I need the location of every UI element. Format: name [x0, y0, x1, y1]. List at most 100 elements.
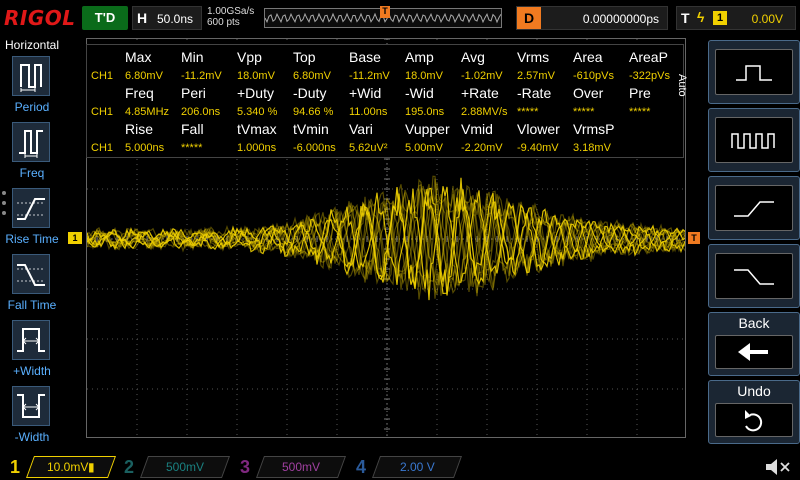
menu-label-freq: Freq: [19, 166, 45, 180]
sample-rate: 1.00GSa/s: [207, 6, 255, 17]
fall-time-icon: [12, 254, 50, 294]
meas-value: -9.40mV: [517, 142, 559, 154]
menu-label-period: Period: [14, 100, 50, 114]
meas-header: Freq: [125, 85, 154, 101]
meas-value: *****: [629, 106, 651, 118]
menu-item-fall-time[interactable]: Fall Time: [0, 254, 64, 318]
meas-header: +Rate: [461, 85, 499, 101]
meas-value: 18.0mV: [405, 70, 443, 82]
meas-header: Pre: [629, 85, 651, 101]
measure-left-menu: Horizontal Period Freq Rise Time Fall Ti…: [0, 36, 64, 452]
meas-value: 1.000ns: [237, 142, 277, 154]
channel-label: CH1: [91, 142, 114, 154]
back-button[interactable]: Back: [708, 312, 800, 376]
memory-position-bar[interactable]: T: [264, 6, 502, 28]
meas-value: *****: [517, 106, 539, 118]
channel-2-scale: 500mV: [139, 456, 231, 478]
rigol-logo: RIGOL: [4, 6, 76, 30]
menu-item-period[interactable]: Period: [0, 56, 64, 120]
undo-button[interactable]: Undo: [708, 380, 800, 444]
trigger-box[interactable]: T ϟ 1 0.00V: [676, 6, 796, 30]
meas-header: Vlower: [517, 121, 560, 137]
delay-box[interactable]: D 0.00000000ps: [516, 6, 668, 30]
menu-item-freq[interactable]: Freq: [0, 122, 64, 186]
softkey-single-pulse[interactable]: [708, 40, 800, 104]
horizontal-letter: H: [137, 10, 148, 26]
menu-label-fall-time: Fall Time: [7, 298, 57, 312]
meas-value: -6.000ns: [293, 142, 336, 154]
meas-header: Vari: [349, 121, 373, 137]
meas-header: Amp: [405, 49, 434, 65]
menu-item-negative-width[interactable]: -Width: [0, 386, 64, 450]
menu-item-positive-width[interactable]: +Width: [0, 320, 64, 384]
meas-header: +Wid: [349, 85, 382, 101]
speaker-muted-icon[interactable]: [762, 457, 792, 477]
channel-1-scale: 10.0mV ▮: [25, 456, 117, 478]
meas-value: -2.20mV: [461, 142, 503, 154]
channel-status-bar: 1 10.0mV ▮ 2 500mV 3 500mV 4 2.00 V: [0, 454, 800, 480]
measurement-panel: Max Min Vpp Top Base Amp Avg Vrms Area A…: [86, 44, 684, 158]
meas-value: -11.2mV: [181, 70, 222, 82]
channel-2-number: 2: [123, 457, 134, 477]
channel-3-number: 3: [239, 457, 250, 477]
delay-letter: D: [517, 7, 541, 29]
menu-title: Horizontal: [4, 38, 60, 52]
freq-icon: [12, 122, 50, 162]
meas-header: Avg: [461, 49, 485, 65]
meas-header: Over: [573, 85, 604, 101]
negative-width-icon: [12, 386, 50, 426]
meas-header: -Duty: [293, 85, 327, 101]
menu-label-negative-width: -Width: [14, 430, 50, 444]
battery-icon: ▮: [88, 460, 95, 474]
menu-label-rise-time: Rise Time: [5, 232, 59, 246]
rising-edge-waveform-icon: [715, 185, 793, 231]
channel-3-scale-text: 500mV: [281, 460, 321, 474]
meas-value: -610pVs: [573, 70, 614, 82]
ch1-offset-marker[interactable]: 1: [68, 232, 82, 244]
meas-value: 3.18mV: [573, 142, 611, 154]
softkey-falling-edge[interactable]: [708, 244, 800, 308]
channel-4-scale: 2.00 V: [371, 456, 463, 478]
meas-value: 5.340 %: [237, 106, 278, 118]
meas-value: 5.62uV²: [349, 142, 388, 154]
run-status-badge[interactable]: T'D: [82, 6, 128, 30]
meas-header: Vpp: [237, 49, 262, 65]
channel-3-scale: 500mV: [255, 456, 347, 478]
softkey-pulse-train[interactable]: [708, 108, 800, 172]
back-label: Back: [738, 315, 770, 331]
meas-value: 6.80mV: [293, 70, 331, 82]
pulse-train-waveform-icon: [715, 117, 793, 163]
menu-item-rise-time[interactable]: Rise Time: [0, 188, 64, 252]
trigger-source-badge: 1: [713, 11, 727, 25]
measurement-value-row: CH1 4.85MHz 206.0ns 5.340 % 94.66 % 11.0…: [87, 103, 685, 121]
trigger-level-marker[interactable]: T: [688, 232, 700, 244]
channel-label: CH1: [91, 106, 114, 118]
meas-header: Top: [293, 49, 316, 65]
measurement-header-row: Rise Fall tVmax tVmin Vari Vupper Vmid V…: [87, 121, 685, 139]
horizontal-timebase-box[interactable]: H 50.0ns: [132, 6, 202, 30]
trigger-letter: T: [681, 10, 690, 26]
meas-header: Base: [349, 49, 381, 65]
meas-header: Fall: [181, 121, 204, 137]
trigger-position-marker[interactable]: T: [380, 6, 390, 18]
undo-label: Undo: [737, 383, 771, 399]
softkey-rising-edge[interactable]: [708, 176, 800, 240]
measurement-header-row: Max Min Vpp Top Base Amp Avg Vrms Area A…: [87, 49, 685, 67]
channel-1-scale-text: 10.0mV: [47, 460, 89, 474]
memory-depth: 600 pts: [207, 17, 240, 28]
meas-value: *****: [181, 142, 203, 154]
undo-icon: [715, 403, 793, 437]
meas-value: -322pVs: [629, 70, 670, 82]
menu-label-positive-width: +Width: [13, 364, 51, 378]
meas-header: -Wid: [405, 85, 434, 101]
meas-header: AreaP: [629, 49, 668, 65]
sample-info: 1.00GSa/s 600 pts: [207, 6, 254, 28]
channel-label: CH1: [91, 70, 114, 82]
meas-header: Max: [125, 49, 152, 65]
meas-header: Peri: [181, 85, 206, 101]
meas-header: Min: [181, 49, 204, 65]
auto-mode-label: Auto: [676, 74, 688, 97]
meas-value: 2.88MV/s: [461, 106, 508, 118]
falling-edge-waveform-icon: [715, 253, 793, 299]
trigger-level-value: 0.00V: [751, 12, 783, 26]
